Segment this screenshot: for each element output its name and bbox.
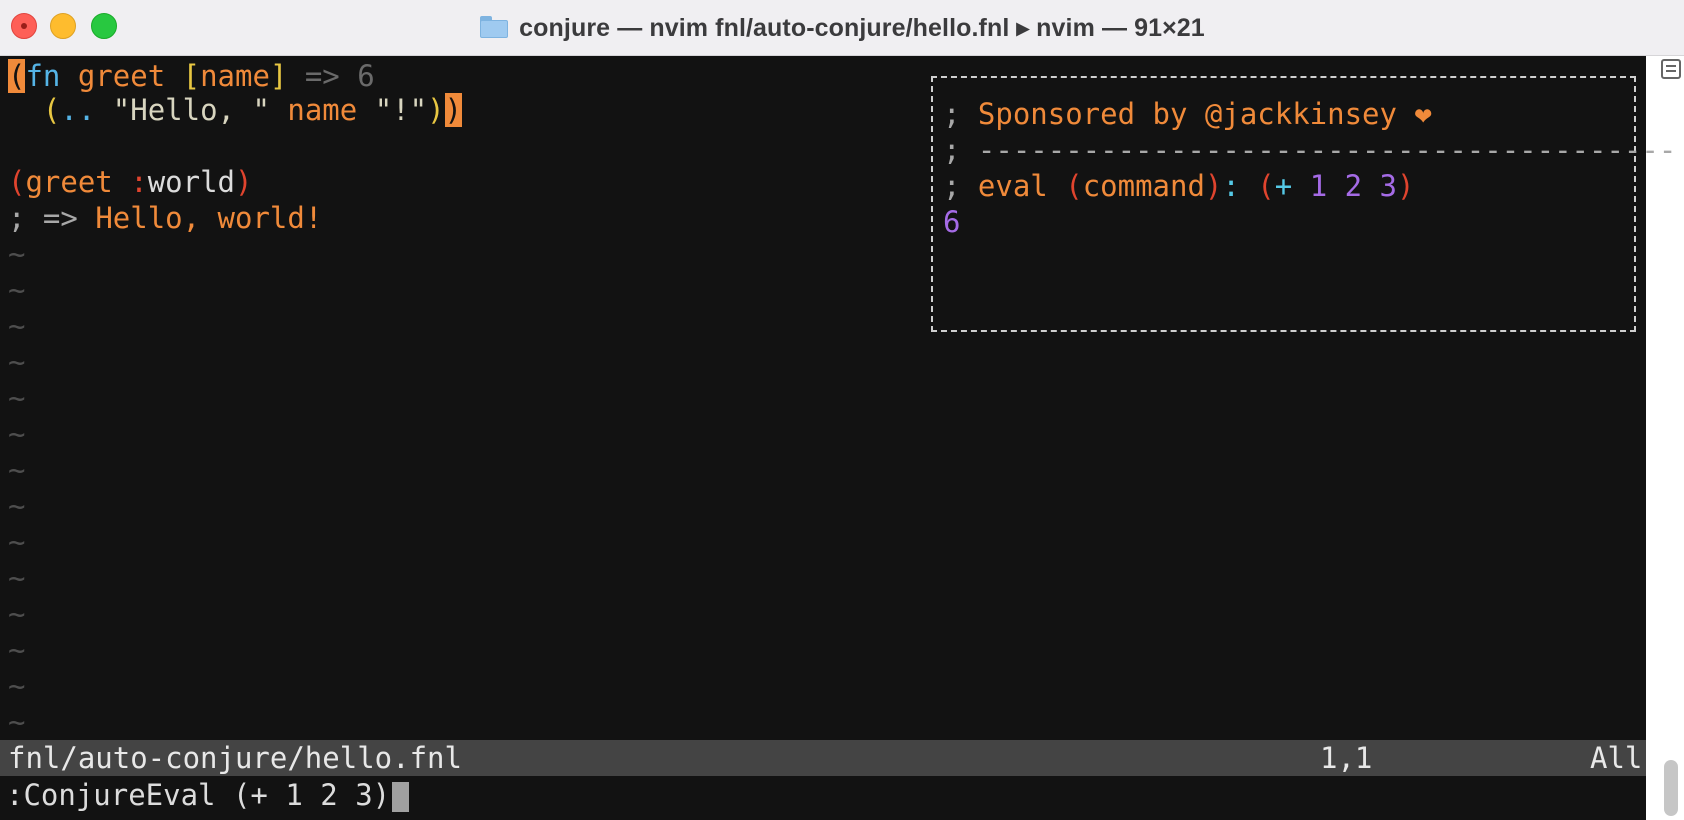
empty-line-marker: ~ [8,453,26,487]
comment-result: Hello, world! [95,201,323,235]
empty-line-marker: ~ [8,381,26,415]
status-cursor-position: 1,1 [1320,741,1373,775]
command-line[interactable]: :ConjureEval (+ 1 2 3) [0,776,1646,814]
hud-sponsor-line: ; Sponsored by @jackkinsey ❤ [943,96,1432,132]
empty-line-marker: ~ [8,669,26,703]
window-title-group: conjure — nvim fnl/auto-conjure/hello.fn… [0,0,1684,56]
code-line-2[interactable]: (.. "Hello, " name "!")) [8,92,463,128]
keyword: world [147,165,236,199]
title-bar: conjure — nvim fnl/auto-conjure/hello.fn… [0,0,1684,56]
list-icon[interactable] [1661,59,1681,79]
hud-comment-prefix: ; [943,97,978,131]
hud-colon: : [1222,169,1258,203]
empty-line-marker: ~ [8,417,26,451]
args-open: [ [182,59,201,93]
empty-line-marker: ~ [8,345,26,379]
inner-open-paren: ( [42,93,61,127]
string-literal: "Hello, " [95,93,270,127]
empty-line-marker: ~ [8,237,26,271]
terminal-scrollbar-track[interactable] [1646,56,1684,820]
hud-command-label: command [1082,169,1205,203]
hud-expr-paren: ( [1257,169,1275,203]
status-line: fnl/auto-conjure/hello.fnl 1,1 All [0,740,1646,776]
fn-keyword: fn [25,59,61,93]
matched-paren: ) [444,93,463,127]
window-title: conjure — nvim fnl/auto-conjure/hello.fn… [519,14,1205,42]
hud-number: 2 [1327,169,1363,203]
virtual-text-result: => 6 [287,59,375,93]
hud-comment-prefix: ; [943,169,978,203]
close-paren: ) [235,165,253,199]
call-name: greet [25,165,113,199]
empty-line-marker: ~ [8,273,26,307]
hud-result: 6 [943,205,961,239]
empty-line-marker: ~ [8,525,26,559]
code-line-1[interactable]: (fn greet [name] => 6 [8,58,375,94]
empty-line-marker: ~ [8,309,26,343]
status-scroll-indicator: All [1590,741,1643,775]
hud-paren: ) [1204,169,1223,203]
empty-line-marker: ~ [8,561,26,595]
empty-line-marker: ~ [8,633,26,667]
hud-eval-line: ; eval (command): (+ 1 2 3) [943,168,1414,204]
comment-prefix: ; => [8,201,96,235]
fn-name: greet [60,59,183,93]
arg-ref: name [269,93,358,127]
cursor-paren: ( [8,59,26,93]
command-text: :ConjureEval (+ 1 2 3) [6,778,391,812]
hud-number: 3 [1362,169,1397,203]
string-literal: "!" [357,93,428,127]
hud-number: 1 [1292,169,1328,203]
hud-expr-paren: ) [1397,169,1415,203]
hud-paren: ( [1047,169,1083,203]
scrollbar-thumb[interactable] [1664,760,1678,816]
hud-separator: ; --------------------------------------… [943,133,1677,167]
open-paren: ( [8,165,26,199]
empty-line-marker: ~ [8,705,26,739]
command-cursor [392,782,410,812]
inner-close-paren: ) [427,93,445,127]
code-line-4[interactable]: (greet :world) [8,164,252,200]
hud-sponsor-text: Sponsored by @jackkinsey ❤ [977,97,1432,131]
hud-plus-op: + [1274,169,1293,203]
code-line-5[interactable]: ; => Hello, world! [8,200,322,236]
folder-icon [479,15,509,39]
empty-line-marker: ~ [8,597,26,631]
args-close: ] [269,59,288,93]
status-file-path: fnl/auto-conjure/hello.fnl [8,741,462,775]
conjure-log-hud: ; Sponsored by @jackkinsey ❤ ; ---------… [931,76,1676,332]
arg-name: name [200,59,270,93]
hud-eval-label: eval [977,169,1048,203]
empty-line-marker: ~ [8,489,26,523]
concat-op: .. [60,93,96,127]
keyword-colon: : [112,165,148,199]
command-line-row: :ConjureEval (+ 1 2 3) [6,777,410,813]
